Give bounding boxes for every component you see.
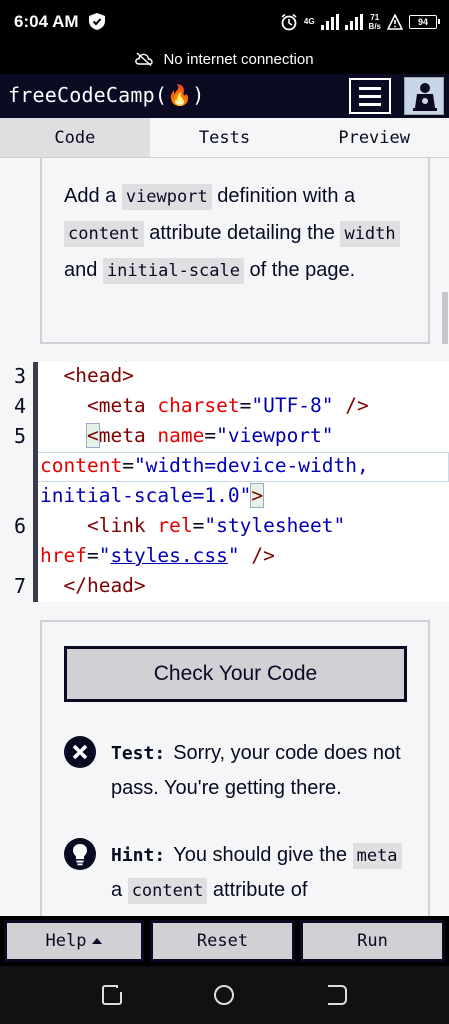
code-meta: meta (352, 843, 402, 869)
code-line-4: <meta charset="UTF-8" /> (86, 394, 369, 417)
code-content: content (64, 221, 144, 247)
matched-bracket: < (85, 423, 100, 448)
test-label: Test: (111, 743, 166, 764)
test-panel: Check Your Code Test: Sorry, your code do… (40, 620, 430, 930)
fail-icon (64, 736, 96, 768)
alarm-icon (281, 13, 297, 31)
code-initial-scale: initial-scale (102, 258, 244, 284)
gutter-divider (33, 362, 38, 602)
battery-level: 94 (417, 17, 428, 27)
code-line-3: <head> (63, 364, 134, 387)
scrollbar-thumb[interactable] (442, 292, 448, 344)
tab-preview[interactable]: Preview (299, 118, 449, 157)
check-code-button[interactable]: Check Your Code (64, 646, 407, 702)
action-bar: Help Reset Run (0, 916, 449, 966)
help-label: Help (45, 931, 87, 951)
network-speed: 71 B/s (369, 13, 381, 31)
code-line-6: <link rel="stylesheet" (86, 514, 346, 537)
code-line-5-wrap-1: content="width=device-width, (40, 454, 369, 477)
line-number: 4 (13, 394, 26, 418)
warning-icon (387, 14, 403, 30)
status-time: 6:04 AM (14, 12, 79, 31)
tab-code[interactable]: Code (0, 118, 150, 157)
back-icon[interactable] (326, 984, 348, 1006)
matched-bracket: > (250, 483, 265, 508)
avatar[interactable] (404, 77, 444, 115)
network-type: 4G (303, 17, 315, 26)
shield-icon (89, 13, 105, 30)
menu-button[interactable] (349, 78, 391, 114)
help-button[interactable]: Help (4, 920, 144, 962)
recent-apps-icon[interactable] (101, 984, 123, 1006)
cloud-off-icon (135, 52, 154, 66)
home-icon[interactable] (213, 984, 235, 1006)
speed-value: 71 (370, 13, 380, 22)
brand-logo[interactable]: freeCodeCamp(🔥) (8, 83, 204, 107)
code-line-5-wrap-2: initial-scale=1.0"> (40, 483, 265, 508)
line-number: 5 (13, 424, 26, 448)
editor-tabs: Code Tests Preview (0, 118, 449, 158)
connection-text: No internet connection (163, 50, 314, 68)
line-number: 7 (13, 574, 26, 598)
code-line-5: <meta name="viewport" (85, 423, 334, 448)
link-href: styles.css (110, 544, 228, 567)
code-width: width (340, 221, 400, 247)
code-viewport: viewport (121, 184, 212, 210)
status-icons: 4G 71 B/s 94 (280, 10, 440, 34)
lightbulb-icon (64, 838, 96, 870)
caret-up-icon (92, 938, 103, 944)
avatar-icon (405, 78, 443, 114)
code-line-6-wrap: href="styles.css" /> (40, 544, 275, 567)
hamburger-icon (359, 86, 381, 90)
android-nav-bar (0, 966, 449, 1024)
code-editor[interactable]: 3 4 5 6 7 <head> <meta charset="UTF-8" /… (0, 362, 449, 602)
hint-label: Hint: (111, 845, 166, 866)
status-bar: 6:04 AM 4G 71 B/s 94 (0, 0, 449, 44)
tab-tests[interactable]: Tests (150, 118, 300, 157)
battery-icon: 94 (409, 15, 440, 29)
run-button[interactable]: Run (300, 920, 445, 962)
connection-banner: No internet connection (0, 44, 449, 74)
code-line-7: </head> (63, 574, 146, 597)
navbar: freeCodeCamp(🔥) (0, 74, 449, 118)
line-number: 6 (13, 514, 26, 538)
signal-icon (320, 14, 339, 30)
code-content-hint: content (127, 878, 208, 904)
reset-button[interactable]: Reset (150, 920, 295, 962)
speed-unit: B/s (368, 22, 381, 31)
line-number: 3 (13, 364, 26, 388)
signal-icon-2 (344, 14, 363, 30)
instructions-panel: Add a viewport definition with a content… (40, 158, 430, 344)
